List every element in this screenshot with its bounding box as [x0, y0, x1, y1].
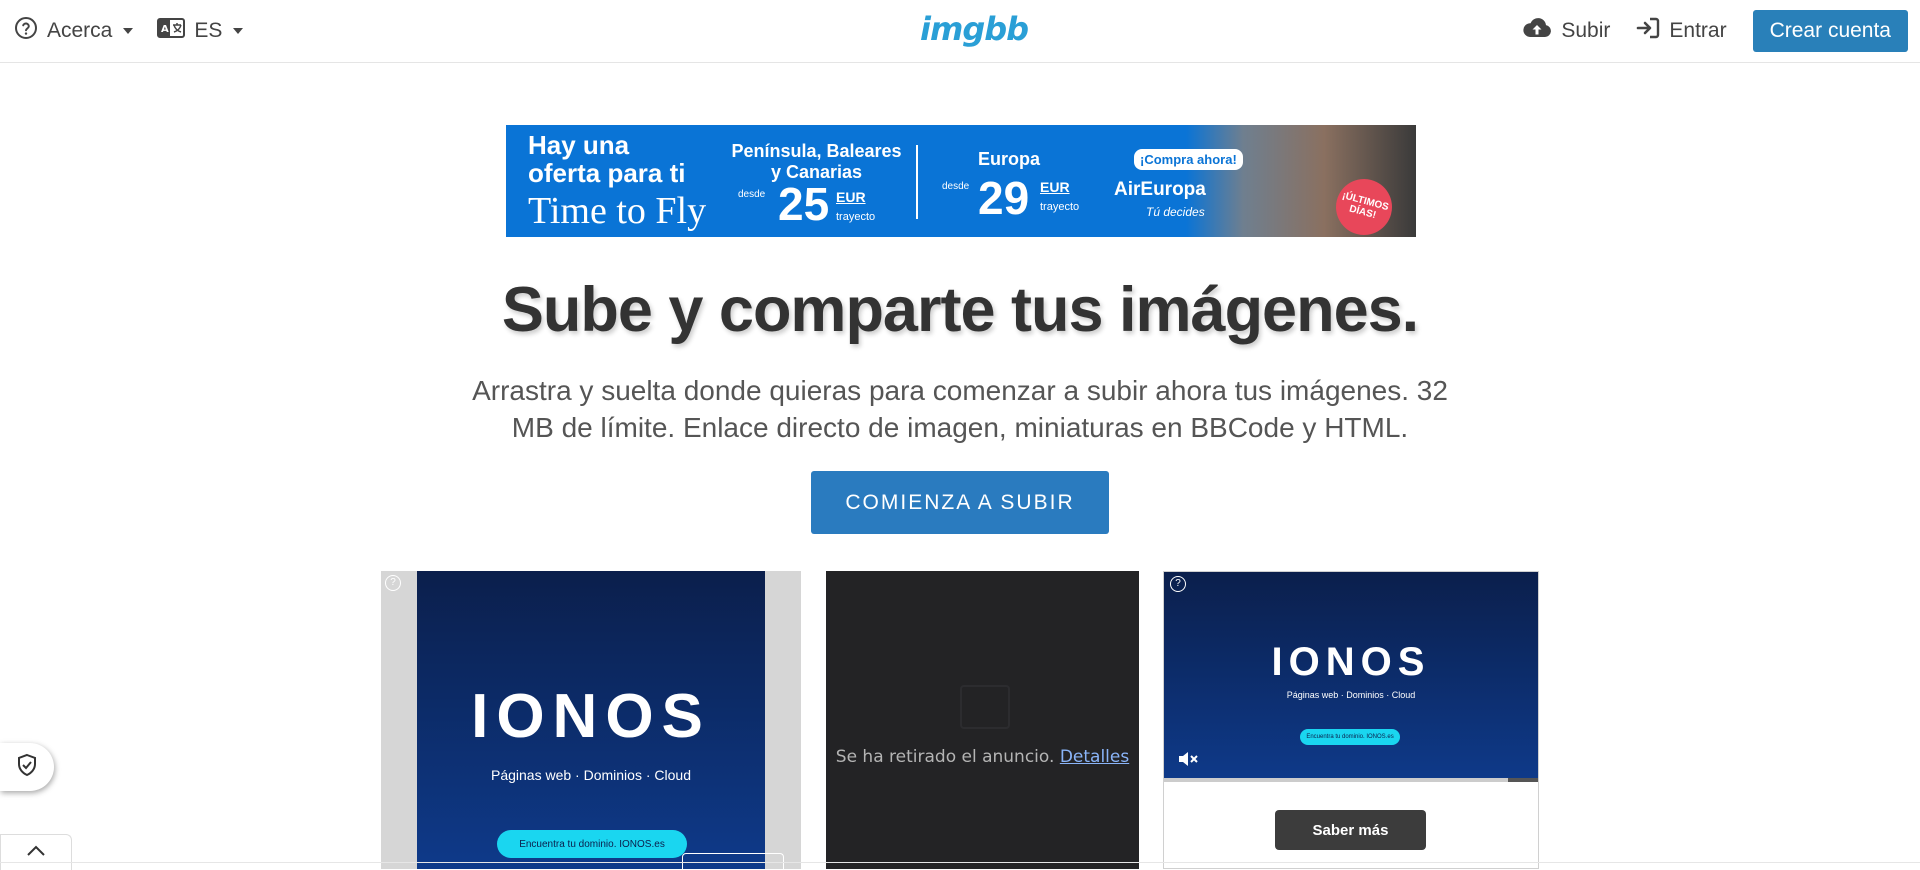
ad-info-icon[interactable]: ?: [1170, 576, 1186, 592]
banner-brand-slogan: Tú decides: [1146, 205, 1205, 219]
ad-details-link[interactable]: Detalles: [1060, 747, 1129, 767]
imgbb-logo[interactable]: imgbb: [920, 10, 1029, 48]
ad-left-brand: IONOS: [471, 682, 711, 751]
banner-buy-badge: ¡Compra ahora!: [1134, 149, 1243, 170]
banner-divider: [916, 145, 918, 219]
banner-price-2: 29: [978, 172, 1030, 224]
ad-removed-icon: [960, 685, 1010, 729]
chevron-down-icon: [123, 28, 134, 34]
ad-removed-text: Se ha retirado el anuncio.: [835, 747, 1055, 767]
page-title: Sube y comparte tus imágenes.: [501, 275, 1419, 345]
volume-mute-icon[interactable]: [1176, 747, 1200, 771]
login-label: Entrar: [1669, 19, 1727, 42]
chevron-down-icon: [233, 28, 244, 34]
language-label: ES: [194, 19, 223, 42]
ad-right-video[interactable]: ? IONOS Páginas web · Dominios · Cloud E…: [1164, 572, 1538, 782]
top-bar: Acerca A ES imgbb Subir Entrar Crear cue…: [0, 0, 1920, 63]
bottom-divider: [0, 862, 1920, 863]
banner-tagline: Time to Fly: [528, 190, 707, 232]
login-link[interactable]: Entrar: [1636, 17, 1727, 45]
sign-in-icon: [1636, 17, 1660, 45]
about-label: Acerca: [47, 19, 113, 42]
learn-more-button[interactable]: Saber más: [1275, 810, 1426, 850]
banner-unit-2: trayecto: [1040, 201, 1080, 213]
privacy-shield-button[interactable]: [0, 743, 54, 791]
top-left-nav: Acerca A ES: [14, 0, 244, 62]
about-menu[interactable]: Acerca: [14, 16, 134, 46]
ad-left-overlay-box: [682, 853, 784, 869]
ad-left-pill[interactable]: Encuentra tu dominio. IONOS.es: [497, 830, 687, 858]
language-menu[interactable]: A ES: [157, 18, 244, 44]
start-upload-button[interactable]: COMIENZA A SUBIR: [811, 471, 1109, 534]
cloud-upload-icon: [1522, 17, 1552, 45]
banner-unit-1: trayecto: [836, 211, 876, 223]
banner-brand: AirEuropa: [1114, 179, 1206, 200]
top-right-nav: Subir Entrar Crear cuenta: [1522, 0, 1908, 62]
ad-left[interactable]: ? IONOS Páginas web · Dominios · Cloud E…: [381, 571, 801, 869]
language-icon: A: [157, 18, 186, 44]
video-progress-fill: [1164, 778, 1509, 782]
ad-left-creative[interactable]: IONOS Páginas web · Dominios · Cloud Enc…: [417, 571, 784, 869]
ad-left-subtitle: Páginas web · Dominios · Cloud: [491, 767, 691, 783]
ad-info-icon[interactable]: ?: [385, 575, 401, 591]
video-progress-bar[interactable]: [1164, 778, 1538, 782]
page-description: Arrastra y suelta donde quieras para com…: [472, 375, 1448, 443]
question-circle-icon: [14, 16, 38, 46]
collapse-ads-button[interactable]: [0, 834, 72, 870]
upload-link[interactable]: Subir: [1522, 17, 1610, 45]
banner-from-2: desde: [942, 181, 970, 192]
shield-check-icon: [15, 753, 39, 782]
banner-from-1: desde: [738, 189, 766, 200]
banner-ad[interactable]: Hay una oferta para ti Time to Fly Penín…: [506, 125, 1416, 237]
create-account-button[interactable]: Crear cuenta: [1752, 10, 1908, 52]
upload-label: Subir: [1561, 19, 1611, 42]
banner-price-1: 25: [778, 178, 830, 230]
ad-middle: Se ha retirado el anuncio. Detalles: [826, 571, 1139, 869]
ad-right-pill[interactable]: Encuentra tu dominio. IONOS.es: [1300, 729, 1400, 745]
svg-text:A: A: [161, 24, 169, 35]
ad-right-subtitle: Páginas web · Dominios · Cloud: [1286, 690, 1416, 700]
chevron-up-icon: [26, 844, 46, 862]
ad-right-brand: IONOS: [1271, 640, 1431, 684]
ad-right[interactable]: ? IONOS Páginas web · Dominios · Cloud E…: [1163, 571, 1539, 869]
ad-removed-message: Se ha retirado el anuncio. Detalles: [826, 747, 1139, 767]
